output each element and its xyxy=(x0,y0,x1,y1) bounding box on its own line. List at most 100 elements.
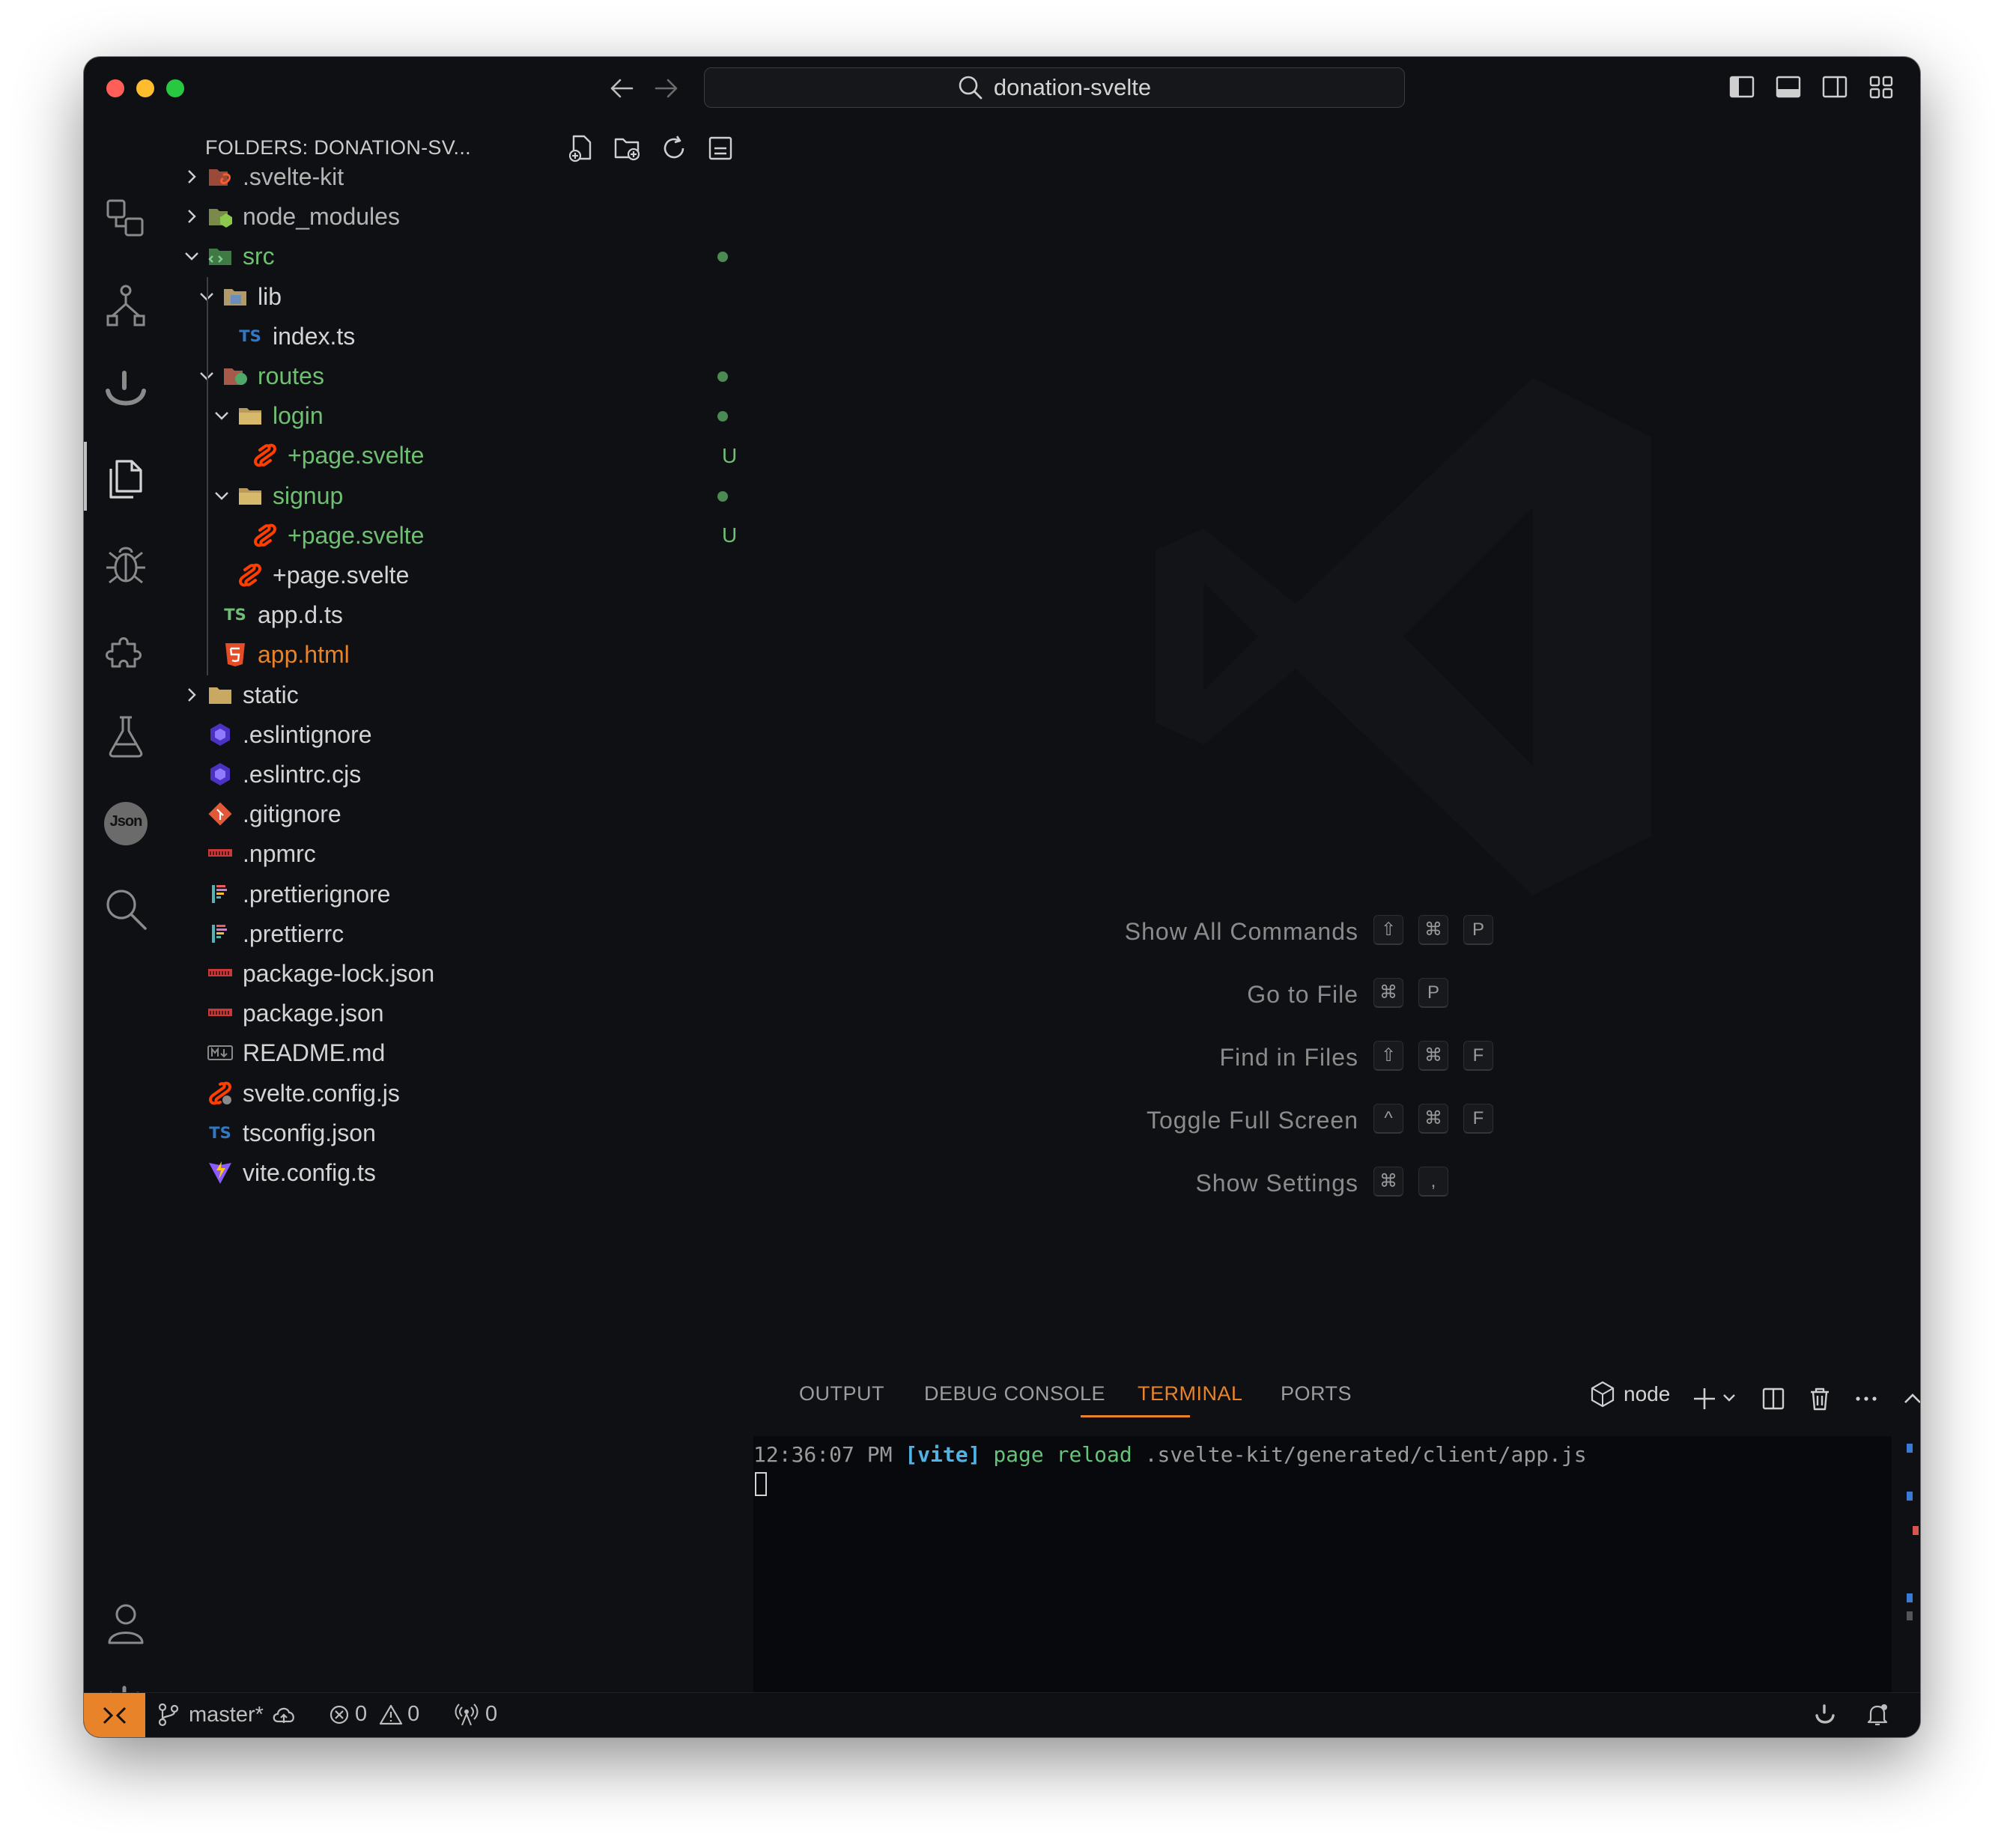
source-control-icon[interactable] xyxy=(102,282,150,329)
tree-item-label: +page.svelte xyxy=(288,442,425,469)
keycap: P xyxy=(1463,915,1493,945)
branch-item[interactable]: master* xyxy=(156,1702,297,1727)
tree-folder-row[interactable]: lib xyxy=(168,277,744,317)
npm-file-icon xyxy=(207,1000,234,1027)
tree-file-row[interactable]: README.md xyxy=(168,1033,744,1073)
git-branch-icon xyxy=(158,1703,179,1727)
tree-file-row[interactable]: .gitignore xyxy=(168,794,744,834)
tree-item-label: .eslintignore xyxy=(243,720,372,748)
terminal-name: node xyxy=(1624,1382,1671,1405)
minimize-window-button[interactable] xyxy=(136,79,154,97)
notifications-bell-icon[interactable] xyxy=(1865,1702,1890,1727)
zoom-window-button[interactable] xyxy=(166,79,184,97)
shortcut-hint: Find in Files ⇧ ⌘ F xyxy=(744,1039,1920,1077)
tree-item-label: node_modules xyxy=(243,203,400,231)
command-center-search[interactable]: donation-svelte xyxy=(704,67,1405,108)
ports-count: 0 xyxy=(485,1702,498,1726)
tree-item-label: app.d.ts xyxy=(258,601,343,629)
chevron-right-icon[interactable] xyxy=(183,207,201,225)
scrollbar-marker xyxy=(1907,1492,1913,1501)
tab-terminal[interactable]: TERMINAL xyxy=(1138,1382,1243,1405)
tree-file-row[interactable]: vite.config.ts xyxy=(168,1153,744,1193)
tree-file-row[interactable]: app.html xyxy=(168,635,744,675)
tree-file-row[interactable]: package-lock.json xyxy=(168,954,744,994)
tree-file-row[interactable]: TS app.d.ts xyxy=(168,595,744,635)
activity-bar: Json 1 xyxy=(84,120,168,1736)
tree-file-row[interactable]: +page.svelte U xyxy=(168,516,744,556)
tree-folder-row[interactable]: routes xyxy=(168,356,744,396)
json-extension-icon[interactable]: Json xyxy=(102,800,150,848)
folder-open-icon xyxy=(237,402,264,429)
new-terminal-plus-icon[interactable] xyxy=(1691,1385,1718,1412)
terminal-selector[interactable]: node xyxy=(1591,1381,1670,1408)
maximize-panel-chevron-up-icon[interactable] xyxy=(1899,1385,1920,1412)
bottom-panel: OUTPUT DEBUG CONSOLE TERMINAL PORTS node… xyxy=(744,1367,1920,1692)
keycap: ⌘ xyxy=(1373,1167,1403,1197)
shortcut-hint: Go to File ⌘ P xyxy=(744,976,1920,1014)
run-and-debug-icon[interactable] xyxy=(102,541,150,589)
split-terminal-icon[interactable] xyxy=(1760,1385,1787,1412)
close-window-button[interactable] xyxy=(106,79,124,97)
tree-file-row[interactable]: TS tsconfig.json xyxy=(168,1113,744,1153)
prettier-file-icon xyxy=(207,881,234,908)
ports-item[interactable]: 0 xyxy=(454,1702,497,1727)
toggle-primary-sidebar-icon[interactable] xyxy=(1728,73,1755,100)
tree-item-label: package-lock.json xyxy=(243,960,435,987)
tab-output[interactable]: OUTPUT xyxy=(799,1382,884,1405)
tree-file-row[interactable]: .prettierignore xyxy=(168,875,744,914)
tree-folder-row[interactable]: node_modules xyxy=(168,197,744,237)
accounts-icon[interactable] xyxy=(102,1599,150,1647)
tree-file-row[interactable]: svelte.config.js xyxy=(168,1074,744,1113)
shortcut-label: Toggle Full Screen xyxy=(1146,1107,1358,1134)
terminal-output[interactable]: 12:36:07 PM [vite] page reload .svelte-k… xyxy=(753,1436,1892,1692)
remote-explorer-icon[interactable] xyxy=(102,195,150,243)
tree-file-row[interactable]: .eslintrc.cjs xyxy=(168,755,744,794)
live-share-feedback-icon[interactable] xyxy=(1812,1703,1838,1727)
tree-folder-row[interactable]: static xyxy=(168,675,744,715)
problems-item[interactable]: 0 0 xyxy=(328,1702,419,1727)
toggle-panel-icon[interactable] xyxy=(1775,73,1802,100)
keycap: , xyxy=(1418,1167,1448,1197)
chevron-right-icon[interactable] xyxy=(183,686,201,704)
forward-arrow-icon[interactable] xyxy=(652,75,681,102)
tree-file-row[interactable]: +page.svelte U xyxy=(168,436,744,475)
tsconfig-file-icon: TS xyxy=(209,1123,231,1142)
search-view-icon[interactable] xyxy=(102,885,150,933)
tree-file-row[interactable]: .npmrc xyxy=(168,834,744,874)
tree-file-row[interactable]: .eslintignore xyxy=(168,715,744,755)
live-share-icon[interactable] xyxy=(102,368,150,416)
chevron-right-icon[interactable] xyxy=(183,168,201,186)
chevron-down-icon[interactable] xyxy=(213,407,231,425)
more-actions-icon[interactable] xyxy=(1853,1385,1880,1412)
tree-folder-row[interactable]: .svelte-kit xyxy=(168,157,744,197)
scrollbar-marker xyxy=(1907,1444,1913,1453)
scrollbar-marker xyxy=(1913,1526,1919,1535)
keycap: ^ xyxy=(1373,1104,1403,1134)
vscode-window: donation-svelte Json FOLDERS: DONATION-S… xyxy=(84,57,1920,1737)
tab-debug-console[interactable]: DEBUG CONSOLE xyxy=(924,1382,1105,1405)
tab-ports[interactable]: PORTS xyxy=(1281,1382,1352,1405)
explorer-sidebar: FOLDERS: DONATION-SV... .svelte-kit node_… xyxy=(168,120,744,1692)
extensions-icon[interactable] xyxy=(102,626,150,674)
chevron-down-icon[interactable] xyxy=(213,487,231,505)
tree-folder-row[interactable]: src xyxy=(168,237,744,276)
tree-folder-row[interactable]: signup xyxy=(168,476,744,516)
tree-file-row[interactable]: +page.svelte xyxy=(168,556,744,595)
tree-item-label: .prettierrc xyxy=(243,920,344,947)
tree-folder-row[interactable]: login xyxy=(168,396,744,436)
chevron-down-icon[interactable] xyxy=(183,247,201,265)
error-icon xyxy=(330,1705,349,1724)
tree-file-row[interactable]: .prettierrc xyxy=(168,914,744,954)
search-icon xyxy=(959,76,983,100)
customize-layout-icon[interactable] xyxy=(1868,73,1895,100)
back-arrow-icon[interactable] xyxy=(607,75,637,102)
testing-icon[interactable] xyxy=(102,711,150,759)
tree-file-row[interactable]: package.json xyxy=(168,994,744,1033)
explorer-icon[interactable] xyxy=(102,454,150,502)
tree-file-row[interactable]: TS index.ts xyxy=(168,317,744,356)
active-tab-underline xyxy=(1081,1415,1190,1417)
remote-indicator[interactable] xyxy=(84,1693,145,1737)
trash-icon[interactable] xyxy=(1806,1385,1833,1412)
chevron-down-icon[interactable] xyxy=(1721,1390,1737,1406)
toggle-secondary-sidebar-icon[interactable] xyxy=(1821,73,1848,100)
